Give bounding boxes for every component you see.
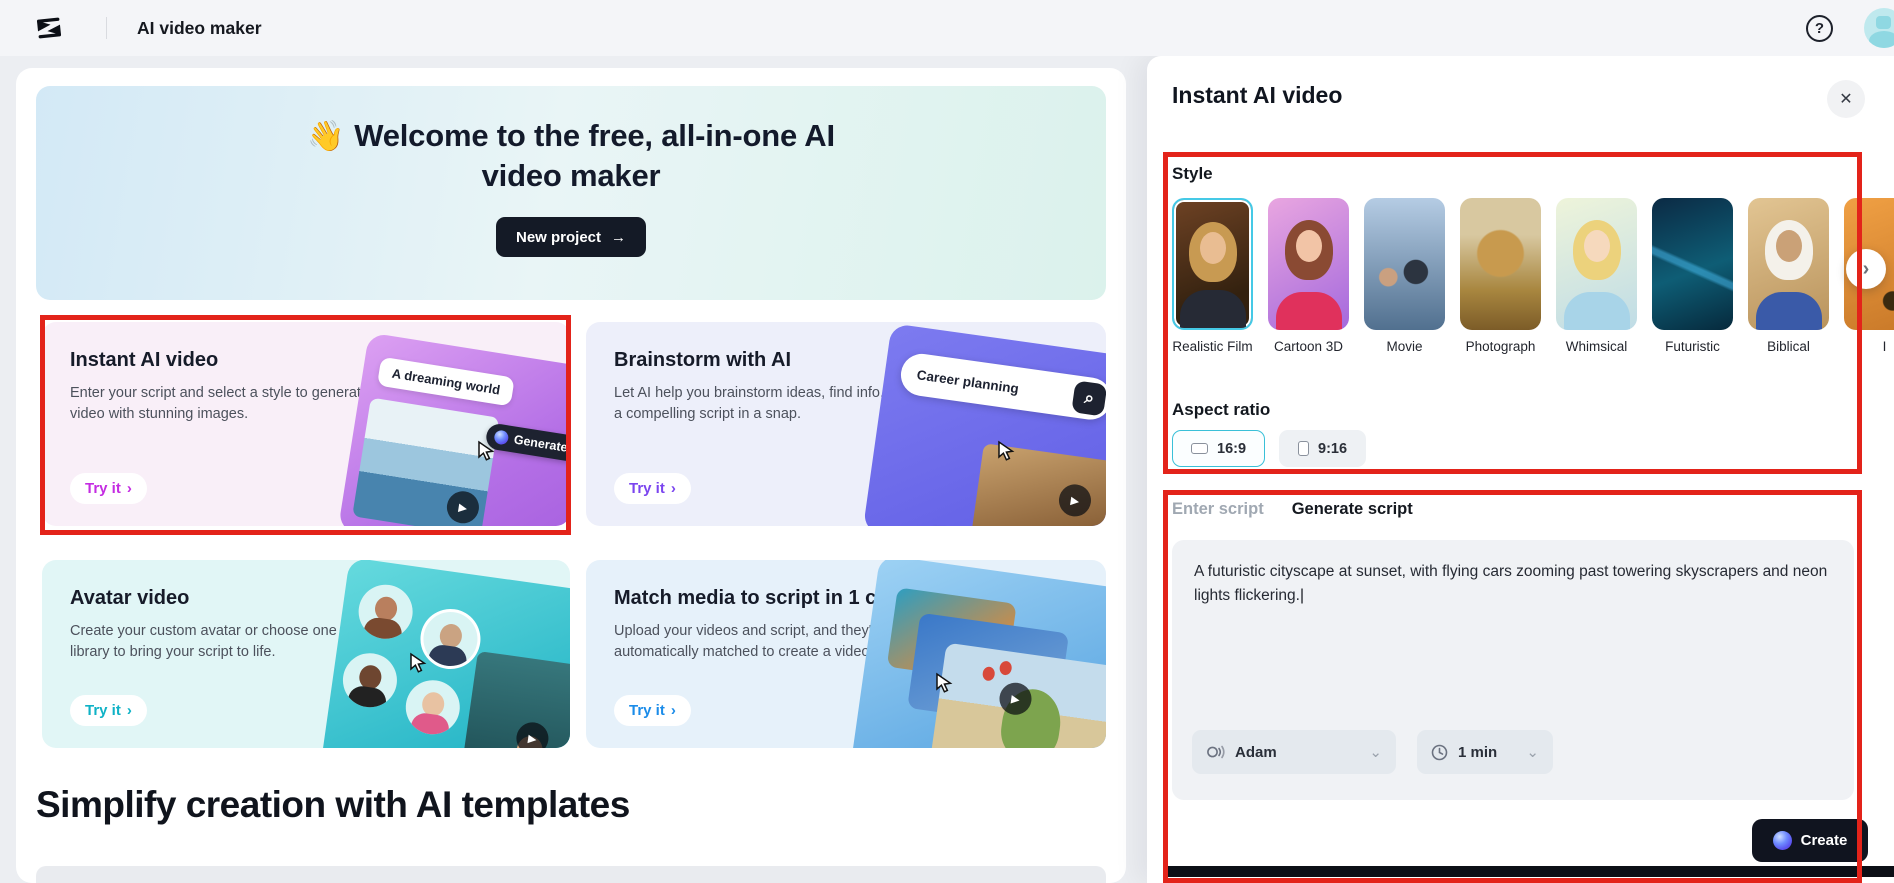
- bottom-bar: [1163, 866, 1894, 877]
- aspect-16-9-button[interactable]: 16:9: [1172, 430, 1266, 467]
- aspect-ratio-options: 16:9 9:16: [1172, 430, 1367, 467]
- styles-scroll-next-button[interactable]: ›: [1846, 249, 1886, 289]
- capcut-logo[interactable]: [34, 13, 64, 43]
- style-thumb: [1652, 198, 1733, 330]
- brainstorm-thumbnail: Career planning ⌕ ▶ There are thr: [862, 323, 1106, 526]
- templates-row-preview: [36, 866, 1106, 883]
- style-option-whimsical[interactable]: Whimsical: [1556, 198, 1637, 354]
- templates-section-heading: Simplify creation with AI templates: [36, 784, 630, 825]
- tab-generate-script[interactable]: Generate script: [1292, 500, 1413, 519]
- cursor-icon: [996, 440, 1016, 462]
- create-button[interactable]: Create: [1752, 819, 1868, 862]
- avatar[interactable]: [1864, 8, 1894, 48]
- avatar-option-selected: [419, 608, 481, 670]
- style-thumb: [1268, 198, 1349, 330]
- style-option-photograph[interactable]: Photograph: [1460, 198, 1541, 354]
- chevron-right-icon: ›: [670, 480, 676, 497]
- chevron-down-icon: ⌄: [1526, 744, 1539, 761]
- generate-pill: Generate: [484, 422, 570, 463]
- thumb-tag: A dreaming world: [376, 356, 516, 407]
- chevron-right-icon: ›: [670, 702, 676, 719]
- search-icon: ⌕: [1071, 380, 1106, 417]
- script-tabs: Enter script Generate script: [1172, 500, 1413, 519]
- aspect-9-16-button[interactable]: 9:16: [1279, 430, 1367, 467]
- instant-ai-video-panel: Instant AI video ✕ Style Realistic Film …: [1147, 56, 1894, 883]
- script-textarea[interactable]: A futuristic cityscape at sunset, with f…: [1172, 540, 1854, 628]
- portrait-ratio-icon: [1298, 441, 1310, 456]
- help-icon[interactable]: ?: [1806, 15, 1833, 42]
- try-it-instant-ai-video[interactable]: Try it ›: [70, 473, 147, 504]
- welcome-banner: 👋 Welcome to the free, all-in-one AI vide…: [36, 86, 1106, 300]
- cursor-icon: [934, 672, 954, 694]
- style-thumb: [1556, 198, 1637, 330]
- cursor-icon: [408, 652, 428, 674]
- aspect-ratio-label: Aspect ratio: [1172, 400, 1271, 419]
- landscape-ratio-icon: [1191, 443, 1208, 454]
- page-title: AI video maker: [137, 18, 262, 38]
- ai-sphere-icon: [1772, 831, 1792, 850]
- cursor-icon: [476, 440, 496, 462]
- card-brainstorm-with-ai[interactable]: Brainstorm with AI Let AI help you brain…: [586, 322, 1106, 526]
- avatar-head: [1876, 16, 1891, 29]
- card-match-media[interactable]: Match media to script in 1 click Upload …: [586, 560, 1106, 748]
- arrow-right-icon: →: [611, 228, 627, 246]
- clock-icon: [1431, 744, 1448, 760]
- voice-icon: [1207, 745, 1225, 759]
- topbar-divider: [106, 17, 107, 39]
- script-container: A futuristic cityscape at sunset, with f…: [1172, 540, 1854, 800]
- panel-title: Instant AI video: [1172, 82, 1343, 108]
- style-thumb: [1172, 198, 1253, 330]
- style-thumb: [1364, 198, 1445, 330]
- try-it-match-media[interactable]: Try it ›: [614, 695, 691, 726]
- close-icon[interactable]: ✕: [1827, 80, 1865, 118]
- avatar-option: [339, 649, 401, 711]
- style-options: Realistic Film Cartoon 3D Movie Photogra…: [1172, 198, 1894, 354]
- main-panel: 👋 Welcome to the free, all-in-one AI vide…: [16, 68, 1126, 883]
- style-option-futuristic[interactable]: Futuristic: [1652, 198, 1733, 354]
- card-instant-ai-video[interactable]: Instant AI video Enter your script and s…: [42, 322, 570, 526]
- voice-dropdown[interactable]: Adam ⌄: [1192, 730, 1396, 774]
- style-option-movie[interactable]: Movie: [1364, 198, 1445, 354]
- duration-dropdown[interactable]: 1 min ⌄: [1417, 730, 1553, 774]
- feature-cards: Instant AI video Enter your script and s…: [42, 322, 1106, 748]
- avatar-option: [355, 581, 417, 643]
- instant-ai-video-thumbnail: A dreaming world Generate ▶: [337, 332, 570, 526]
- match-media-thumbnail: ▶ This is the fru: [850, 560, 1106, 748]
- card-title: Instant AI video: [70, 349, 219, 371]
- try-it-avatar-video[interactable]: Try it ›: [70, 695, 147, 726]
- avatar-video-thumbnail: ▶ Silicon is e: [320, 560, 570, 748]
- welcome-title: 👋 Welcome to the free, all-in-one AI vide…: [307, 118, 835, 193]
- topbar: AI video maker ?: [0, 0, 1894, 56]
- style-thumb: [1460, 198, 1541, 330]
- chevron-down-icon: ⌄: [1369, 744, 1382, 761]
- avatar-shoulders: [1869, 31, 1894, 48]
- presenter-photo: [455, 650, 570, 748]
- style-thumb: [1748, 198, 1829, 330]
- style-label: Style: [1172, 164, 1213, 183]
- tab-enter-script[interactable]: Enter script: [1172, 500, 1264, 519]
- try-it-brainstorm[interactable]: Try it ›: [614, 473, 691, 504]
- chevron-right-icon: ›: [126, 702, 132, 719]
- thumb-photo: [965, 443, 1106, 526]
- new-project-button[interactable]: New project →: [495, 217, 647, 257]
- chevron-right-icon: ›: [126, 480, 132, 497]
- style-option-cartoon-3d[interactable]: Cartoon 3D: [1268, 198, 1349, 354]
- style-option-realistic-film[interactable]: Realistic Film: [1172, 198, 1253, 354]
- avatar-option: [402, 676, 464, 738]
- wave-emoji: 👋: [307, 120, 345, 153]
- style-option-biblical[interactable]: Biblical: [1748, 198, 1829, 354]
- text-caret: |: [1299, 587, 1304, 605]
- card-avatar-video[interactable]: Avatar video Create your custom avatar o…: [42, 560, 570, 748]
- search-bar: Career planning ⌕: [898, 351, 1106, 423]
